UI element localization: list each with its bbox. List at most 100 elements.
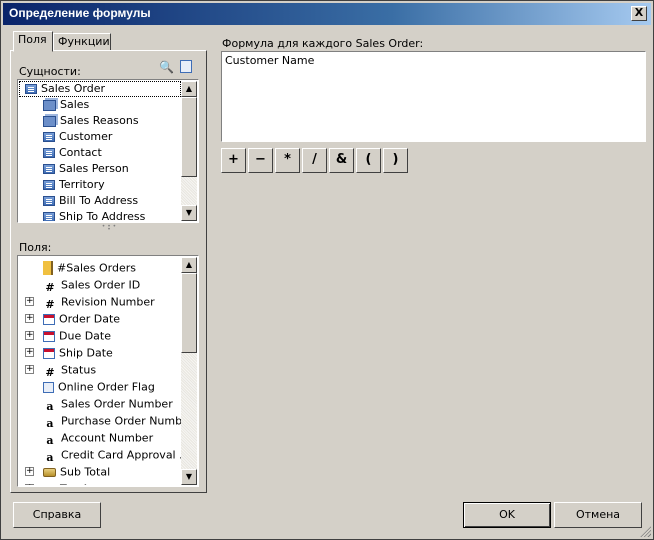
entity-list-item[interactable]: Contact — [19, 145, 181, 161]
help-button[interactable]: Справка — [13, 502, 101, 528]
entity-label: Sales Person — [59, 162, 129, 175]
scroll-up-button[interactable]: ▲ — [181, 81, 197, 97]
entity-label: Sales — [60, 98, 90, 111]
entities-scrollbar[interactable]: ▲ ▼ — [181, 81, 197, 221]
title-bar: Определение формулы X — [3, 3, 651, 25]
field-label: Sub Total — [60, 465, 111, 479]
field-list-item[interactable]: a Sales Order Number — [19, 395, 181, 414]
currency-icon — [43, 484, 56, 485]
scroll-thumb[interactable] — [181, 97, 197, 177]
field-label: Order Date — [59, 312, 121, 326]
field-list-item[interactable]: a Account Number — [19, 429, 181, 448]
field-label: Purchase Order Number — [61, 414, 181, 428]
operator-close-paren-button[interactable]: ) — [383, 148, 408, 173]
tab-fields[interactable]: Поля — [13, 31, 53, 52]
multi-entity-icon — [43, 115, 56, 127]
entities-label: Сущности: — [19, 65, 81, 78]
entity-list-item[interactable]: Bill To Address — [19, 193, 181, 209]
fields-scrollbar[interactable]: ▲ ▼ — [181, 257, 197, 485]
number-icon: # — [45, 281, 55, 294]
entity-label: Territory — [59, 178, 105, 191]
operator-minus-button[interactable]: − — [248, 148, 273, 173]
multi-entity-icon — [43, 99, 56, 111]
field-list-item[interactable]: a Credit Card Approval ... — [19, 446, 181, 465]
currency-icon — [43, 467, 56, 477]
entity-list-item[interactable]: Sales Reasons — [19, 113, 181, 129]
entity-list-item[interactable]: Territory — [19, 177, 181, 193]
expand-icon[interactable]: + — [25, 365, 34, 374]
entities-list[interactable]: Sales Order Sales Sales Reasons Customer Con… — [17, 79, 199, 223]
expand-icon[interactable]: + — [25, 331, 34, 340]
formula-label: Формула для каждого Sales Order: — [222, 37, 424, 50]
expand-icon[interactable]: + — [25, 314, 34, 323]
splitter-handle[interactable]: • • • • — [101, 224, 117, 233]
entity-label: Sales Order — [41, 82, 106, 95]
entities-list-items: Sales Order Sales Sales Reasons Customer Con… — [19, 81, 181, 221]
entity-label: Ship To Address — [59, 210, 146, 221]
entity-label: Contact — [59, 146, 102, 159]
formula-definition-dialog: Определение формулы X Поля Функции Сущно… — [0, 0, 654, 540]
entity-icon — [43, 180, 55, 190]
expand-icon[interactable]: + — [25, 348, 34, 357]
entity-properties-icon[interactable] — [180, 60, 192, 73]
entity-icon — [25, 84, 37, 94]
field-label: Account Number — [61, 431, 154, 445]
field-list-item[interactable]: + Tax Amt — [19, 480, 181, 485]
field-label: Credit Card Approval ... — [61, 448, 181, 462]
fields-list-items: #Sales Orders # Sales Order ID + # Revision N… — [19, 257, 181, 485]
scroll-down-button[interactable]: ▼ — [181, 205, 197, 221]
field-list-item[interactable]: # Sales Order ID — [19, 276, 181, 295]
field-list-item[interactable]: Online Order Flag — [19, 378, 181, 395]
field-list-item[interactable]: + Due Date — [19, 327, 181, 344]
entity-icon — [43, 196, 55, 206]
field-label: #Sales Orders — [57, 261, 136, 275]
operator-open-paren-button[interactable]: ( — [356, 148, 381, 173]
resize-grip-icon[interactable] — [639, 525, 651, 537]
text-icon: a — [46, 434, 54, 447]
date-icon — [43, 313, 55, 325]
window-title: Определение формулы — [9, 6, 151, 20]
field-list-item[interactable]: #Sales Orders — [19, 259, 181, 276]
entity-list-item[interactable]: Sales Order — [19, 81, 181, 97]
operator-multiply-button[interactable]: * — [275, 148, 300, 173]
field-list-item[interactable]: + Order Date — [19, 310, 181, 327]
cancel-button[interactable]: Отмена — [554, 502, 642, 528]
field-label: Sales Order Number — [61, 397, 173, 411]
entity-icon — [43, 212, 55, 221]
entity-list-item[interactable]: Sales — [19, 97, 181, 113]
tab-functions[interactable]: Функции — [53, 33, 111, 51]
field-list-item[interactable]: a Purchase Order Number — [19, 412, 181, 431]
close-button[interactable]: X — [631, 6, 647, 21]
entity-label: Sales Reasons — [60, 114, 139, 127]
operator-divide-button[interactable]: / — [302, 148, 327, 173]
formula-input[interactable]: Customer Name — [221, 51, 646, 142]
aggregate-icon — [43, 261, 53, 275]
field-list-item[interactable]: + # Status — [19, 361, 181, 379]
field-label: Sales Order ID — [61, 278, 141, 292]
scroll-down-button[interactable]: ▼ — [181, 469, 197, 485]
field-label: Revision Number — [61, 295, 155, 309]
date-icon — [43, 330, 55, 342]
expand-icon[interactable]: + — [25, 297, 34, 306]
expand-icon[interactable]: + — [25, 467, 34, 476]
text-icon: a — [46, 451, 54, 464]
entity-list-item[interactable]: Customer — [19, 129, 181, 145]
search-icon[interactable]: 🔍 — [159, 60, 174, 74]
entity-label: Bill To Address — [59, 194, 139, 207]
scroll-thumb[interactable] — [181, 273, 197, 353]
entity-icon — [43, 132, 55, 142]
ok-button[interactable]: OK — [463, 502, 551, 528]
field-list-item[interactable]: + # Revision Number — [19, 293, 181, 311]
operator-plus-button[interactable]: + — [221, 148, 246, 173]
scroll-up-button[interactable]: ▲ — [181, 257, 197, 273]
boolean-icon — [43, 381, 54, 393]
field-list-item[interactable]: + Ship Date — [19, 344, 181, 361]
field-label: Online Order Flag — [58, 380, 155, 394]
field-list-item[interactable]: + Sub Total — [19, 463, 181, 480]
expand-icon[interactable]: + — [25, 484, 34, 485]
text-icon: a — [46, 417, 54, 430]
fields-list[interactable]: #Sales Orders # Sales Order ID + # Revision N… — [17, 255, 199, 487]
entity-list-item[interactable]: Ship To Address — [19, 209, 181, 221]
operator-concat-button[interactable]: & — [329, 148, 354, 173]
entity-list-item[interactable]: Sales Person — [19, 161, 181, 177]
